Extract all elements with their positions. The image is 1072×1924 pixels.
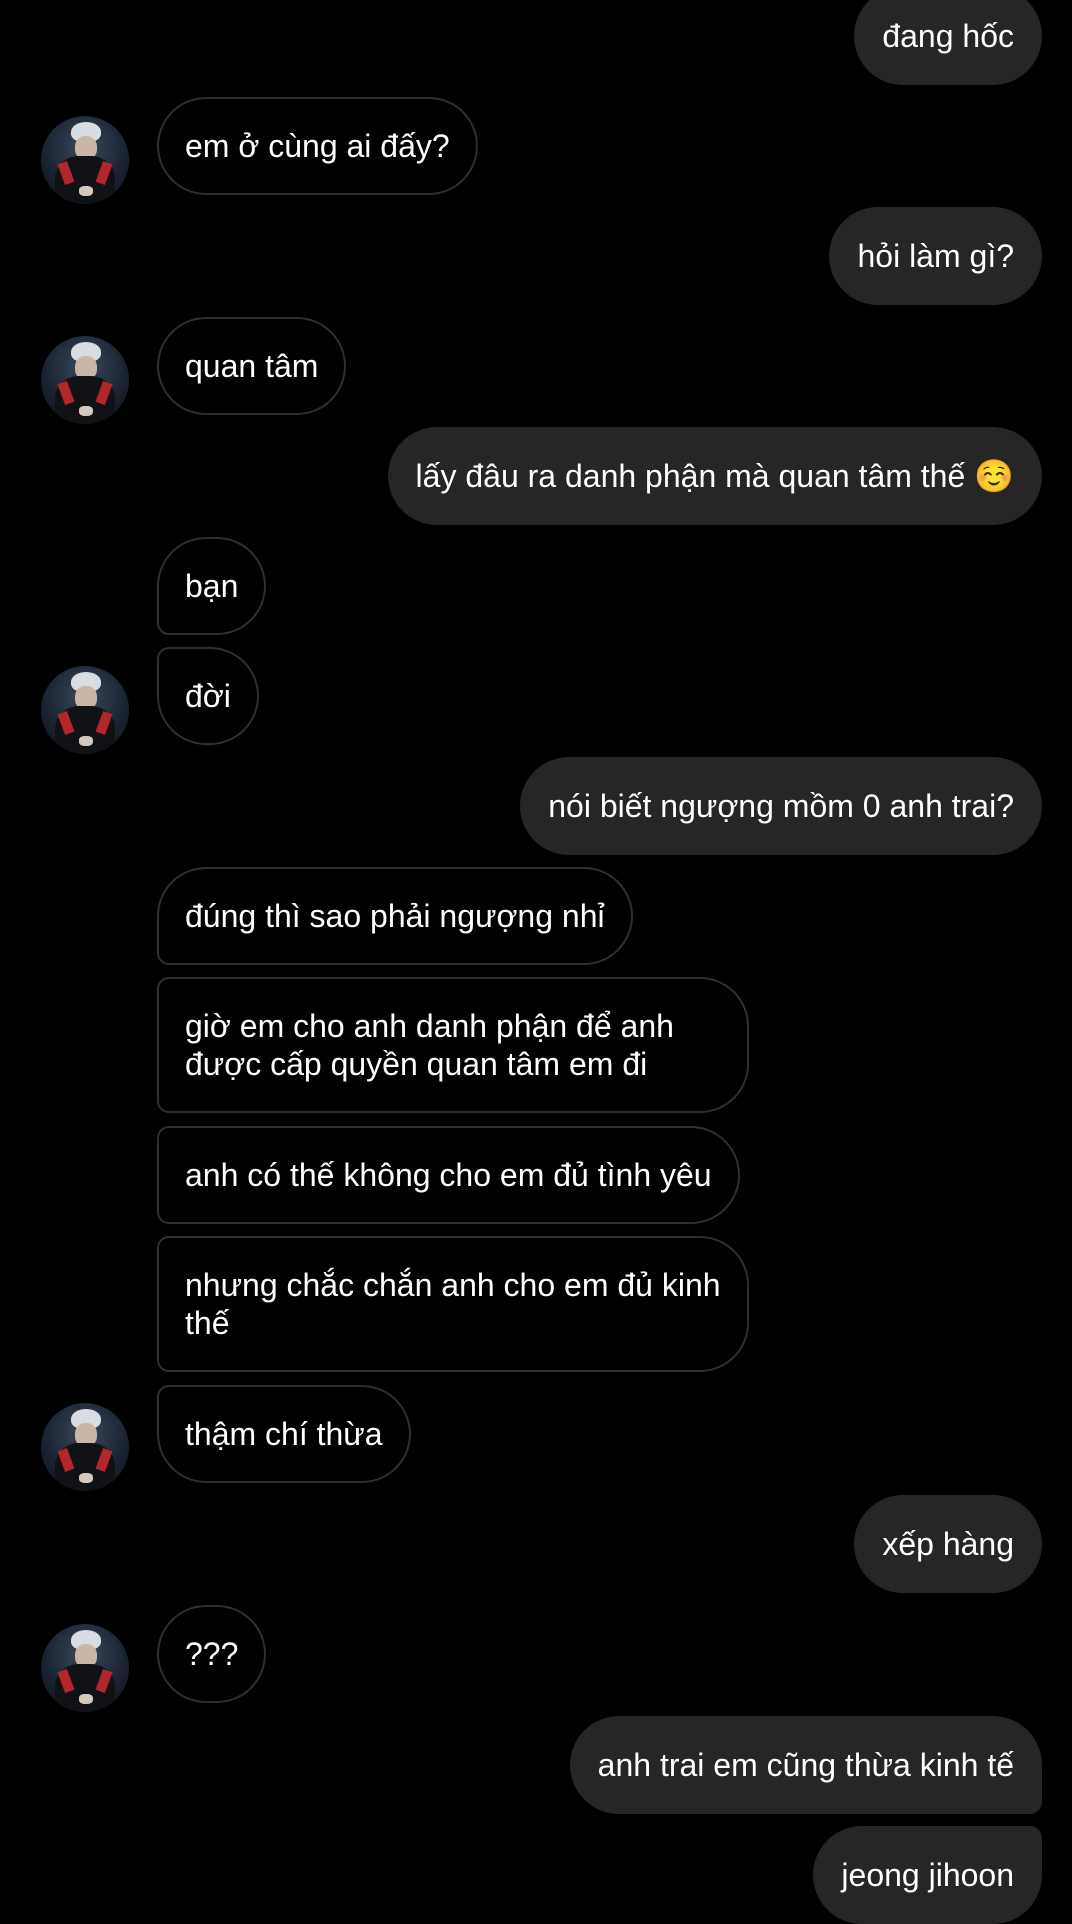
message-bubble-incoming[interactable]: nhưng chắc chắn anh cho em đủ kinh thế (157, 1236, 749, 1372)
contact-avatar-icon[interactable] (41, 1624, 129, 1712)
message-text: nói biết ngượng mồm 0 anh trai? (548, 788, 1014, 824)
message-text: em ở cùng ai đấy? (185, 128, 450, 164)
message-bubble-incoming[interactable]: đời (157, 647, 259, 745)
message-text: đúng thì sao phải ngượng nhỉ (185, 898, 605, 934)
contact-avatar-icon[interactable] (41, 1403, 129, 1491)
message-bubble-incoming[interactable]: giờ em cho anh danh phận để anh được cấp… (157, 977, 749, 1113)
message-text: giờ em cho anh danh phận để anh được cấp… (185, 1008, 674, 1082)
message-bubble-outgoing[interactable]: xếp hàng (854, 1495, 1042, 1593)
message-text: hỏi làm gì? (857, 238, 1014, 274)
message-bubble-incoming[interactable]: quan tâm (157, 317, 347, 415)
message-text: nhưng chắc chắn anh cho em đủ kinh thế (185, 1267, 721, 1341)
message-thread: đang hốc em ở cùng ai đấy? hỏi làm gì? q… (0, 0, 1072, 1924)
message-bubble-outgoing[interactable]: jeong jihoon (813, 1826, 1042, 1924)
message-bubble-outgoing[interactable]: hỏi làm gì? (829, 207, 1042, 305)
message-text: đời (185, 678, 231, 714)
message-bubble-incoming[interactable]: anh có thế không cho em đủ tình yêu (157, 1126, 740, 1224)
message-text: jeong jihoon (841, 1857, 1014, 1893)
message-bubble-outgoing[interactable]: anh trai em cũng thừa kinh tế (569, 1716, 1042, 1814)
message-bubble-outgoing[interactable]: nói biết ngượng mồm 0 anh trai? (520, 757, 1042, 855)
message-bubble-incoming[interactable]: đúng thì sao phải ngượng nhỉ (157, 867, 633, 965)
message-text: thậm chí thừa (185, 1416, 383, 1452)
contact-avatar-icon[interactable] (41, 336, 129, 424)
message-bubble-incoming[interactable]: bạn (157, 537, 267, 635)
message-text: lấy đâu ra danh phận mà quan tâm thế ☺️ (415, 458, 1014, 494)
contact-avatar-icon[interactable] (41, 116, 129, 204)
message-text: ??? (185, 1636, 239, 1672)
message-text: bạn (185, 568, 239, 604)
message-text: anh trai em cũng thừa kinh tế (597, 1747, 1014, 1783)
message-text: quan tâm (185, 348, 319, 384)
contact-avatar-icon[interactable] (41, 666, 129, 754)
message-text: xếp hàng (882, 1526, 1014, 1562)
message-text: đang hốc (882, 18, 1014, 54)
message-bubble-incoming[interactable]: em ở cùng ai đấy? (157, 97, 478, 195)
message-bubble-outgoing[interactable]: lấy đâu ra danh phận mà quan tâm thế ☺️ (387, 427, 1042, 525)
message-bubble-incoming[interactable]: ??? (157, 1605, 267, 1703)
message-text: anh có thế không cho em đủ tình yêu (185, 1157, 712, 1193)
message-bubble-outgoing[interactable]: đang hốc (854, 0, 1042, 85)
message-bubble-incoming[interactable]: thậm chí thừa (157, 1385, 411, 1483)
